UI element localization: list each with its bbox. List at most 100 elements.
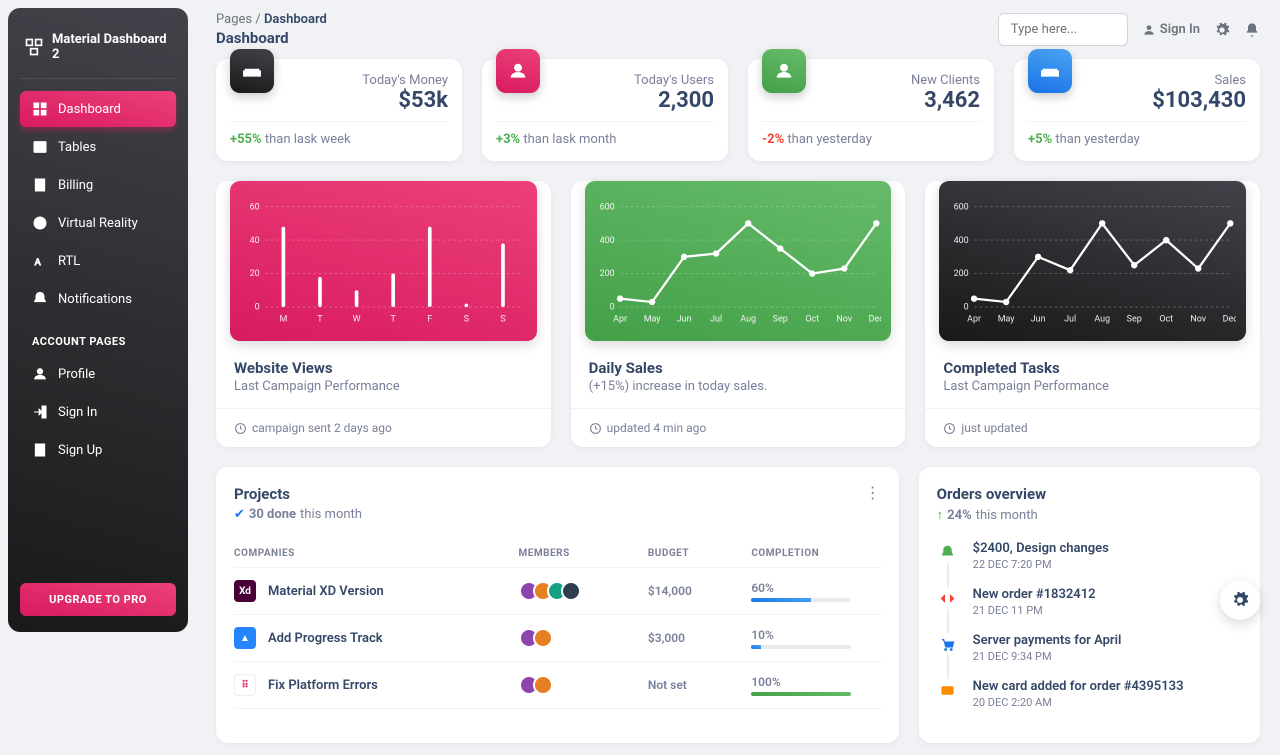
svg-text:40: 40 xyxy=(250,236,260,246)
svg-text:Sep: Sep xyxy=(772,314,787,324)
completion-bar xyxy=(751,692,851,696)
stat-note: than lask week xyxy=(262,132,351,147)
svg-text:Nov: Nov xyxy=(836,314,852,324)
weekend-icon xyxy=(1040,61,1060,81)
sidebar-item-label: Notifications xyxy=(58,292,132,307)
user-icon xyxy=(774,61,794,81)
company-name: Fix Platform Errors xyxy=(268,678,378,693)
completion-value: 10% xyxy=(751,628,880,642)
table-col-header: BUDGET xyxy=(648,548,751,559)
completion-value: 60% xyxy=(751,581,880,595)
svg-text:400: 400 xyxy=(599,236,614,246)
sidebar-item-virtual-reality[interactable]: Virtual Reality xyxy=(20,205,176,241)
completion-bar xyxy=(751,645,851,649)
svg-text:Sep: Sep xyxy=(1127,314,1142,324)
svg-text:400: 400 xyxy=(954,236,969,246)
breadcrumb-root[interactable]: Pages xyxy=(216,12,252,27)
avatar xyxy=(533,675,553,695)
chart-svg: 0200400600AprMayJunJulAugSepOctNovDec xyxy=(595,195,882,333)
topbar: Pages / Dashboard Dashboard Sign In xyxy=(216,12,1260,47)
sidebar-item-tables[interactable]: Tables xyxy=(20,129,176,165)
projects-done-suffix: this month xyxy=(300,507,362,522)
more-menu-icon[interactable]: ⋮ xyxy=(865,485,881,501)
nav: DashboardTables Billing Virtual Reality ART… xyxy=(20,91,176,583)
svg-text:W: W xyxy=(353,314,361,324)
budget-cell: $14,000 xyxy=(648,584,751,598)
upgrade-button[interactable]: UPGRADE TO PRO xyxy=(20,583,176,616)
user-icon xyxy=(32,366,48,382)
company-logo: ▲ xyxy=(234,627,256,649)
rtl-icon: A xyxy=(32,253,48,269)
timeline-icon xyxy=(937,541,959,563)
svg-text:S: S xyxy=(500,314,505,324)
page-title: Dashboard xyxy=(216,29,327,47)
chart-footer: just updated xyxy=(925,408,1260,447)
chart-subtitle: (+15%) increase in today sales. xyxy=(589,379,888,394)
svg-text:Jul: Jul xyxy=(710,314,722,324)
settings-fab[interactable] xyxy=(1220,580,1260,620)
signin-icon xyxy=(32,404,48,420)
avatar xyxy=(561,581,581,601)
company-cell: ▲Add Progress Track xyxy=(234,627,519,649)
sidebar: Material Dashboard 2 DashboardTables Bill… xyxy=(8,8,188,632)
timeline-icon xyxy=(937,587,959,609)
svg-text:Aug: Aug xyxy=(1095,314,1111,324)
chart-subtitle: Last Campaign Performance xyxy=(943,379,1242,394)
company-logo: ⠿ xyxy=(234,674,256,696)
sidebar-item-label: Billing xyxy=(58,178,93,193)
charts-row: 0204060MTWTFSS Website ViewsLast Campaig… xyxy=(216,181,1260,447)
orders-timeline: $2400, Design changes22 DEC 7:20 PM New … xyxy=(937,541,1242,725)
table-row: XdMaterial XD Version $14,000 60% xyxy=(234,568,881,615)
stat-icon xyxy=(230,49,274,93)
stat-change: +55% xyxy=(230,132,262,147)
svg-text:200: 200 xyxy=(954,269,969,279)
svg-text:600: 600 xyxy=(599,202,614,212)
sidebar-item-dashboard[interactable]: Dashboard xyxy=(20,91,176,127)
table-row: ▲Add Progress Track $3,000 10% xyxy=(234,615,881,662)
sidebar-item-label: Sign In xyxy=(58,405,97,420)
search-input[interactable] xyxy=(998,13,1128,46)
stat-card: Today's Users2,300 +3% than lask month xyxy=(482,59,728,161)
sidebar-item-sign-in[interactable]: Sign In xyxy=(20,394,176,430)
brand-text: Material Dashboard 2 xyxy=(52,32,172,62)
projects-table-body: XdMaterial XD Version $14,000 60% ▲Add P… xyxy=(234,568,881,709)
chart-card: 0200400600AprMayJunJulAugSepOctNovDec Co… xyxy=(925,181,1260,447)
chart-footer: campaign sent 2 days ago xyxy=(216,408,551,447)
user-icon xyxy=(1142,23,1156,37)
svg-text:Oct: Oct xyxy=(1160,314,1174,324)
chart-svg: 0200400600AprMayJunJulAugSepOctNovDec xyxy=(949,195,1236,333)
user-icon xyxy=(508,61,528,81)
sidebar-item-sign-up[interactable]: Sign Up xyxy=(20,432,176,468)
dashboard-icon xyxy=(32,101,48,117)
sidebar-item-billing[interactable]: Billing xyxy=(20,167,176,203)
svg-text:T: T xyxy=(317,314,323,324)
sidebar-item-label: Virtual Reality xyxy=(58,216,138,231)
orders-pct-suffix: this month xyxy=(976,508,1038,523)
svg-text:Jul: Jul xyxy=(1064,314,1076,324)
breadcrumb-current: Dashboard xyxy=(264,12,327,27)
svg-text:May: May xyxy=(998,314,1016,324)
svg-text:May: May xyxy=(643,314,661,324)
stat-card: Today's Money$53k +55% than lask week xyxy=(216,59,462,161)
timeline-title: New order #1832412 xyxy=(973,587,1096,602)
svg-text:200: 200 xyxy=(599,269,614,279)
signin-link[interactable]: Sign In xyxy=(1142,22,1200,37)
gear-icon[interactable] xyxy=(1214,22,1230,38)
stat-icon xyxy=(1028,49,1072,93)
company-cell: XdMaterial XD Version xyxy=(234,580,519,602)
svg-text:600: 600 xyxy=(954,202,969,212)
budget-cell: $3,000 xyxy=(648,631,751,645)
sidebar-item-notifications[interactable]: Notifications xyxy=(20,281,176,317)
svg-text:S: S xyxy=(464,314,469,324)
projects-table-header: COMPANIESMEMBERSBUDGETCOMPLETION xyxy=(234,540,881,568)
table-icon xyxy=(32,139,48,155)
company-logo: Xd xyxy=(234,580,256,602)
bell-icon[interactable] xyxy=(1244,22,1260,38)
orders-pct: 24% xyxy=(947,508,972,523)
stat-change: +5% xyxy=(1028,132,1052,147)
sidebar-item-rtl[interactable]: ARTL xyxy=(20,243,176,279)
stat-footer: +5% than yesterday xyxy=(1028,121,1246,147)
sidebar-item-profile[interactable]: Profile xyxy=(20,356,176,392)
stat-icon xyxy=(496,49,540,93)
chart-foot-text: just updated xyxy=(961,421,1027,435)
